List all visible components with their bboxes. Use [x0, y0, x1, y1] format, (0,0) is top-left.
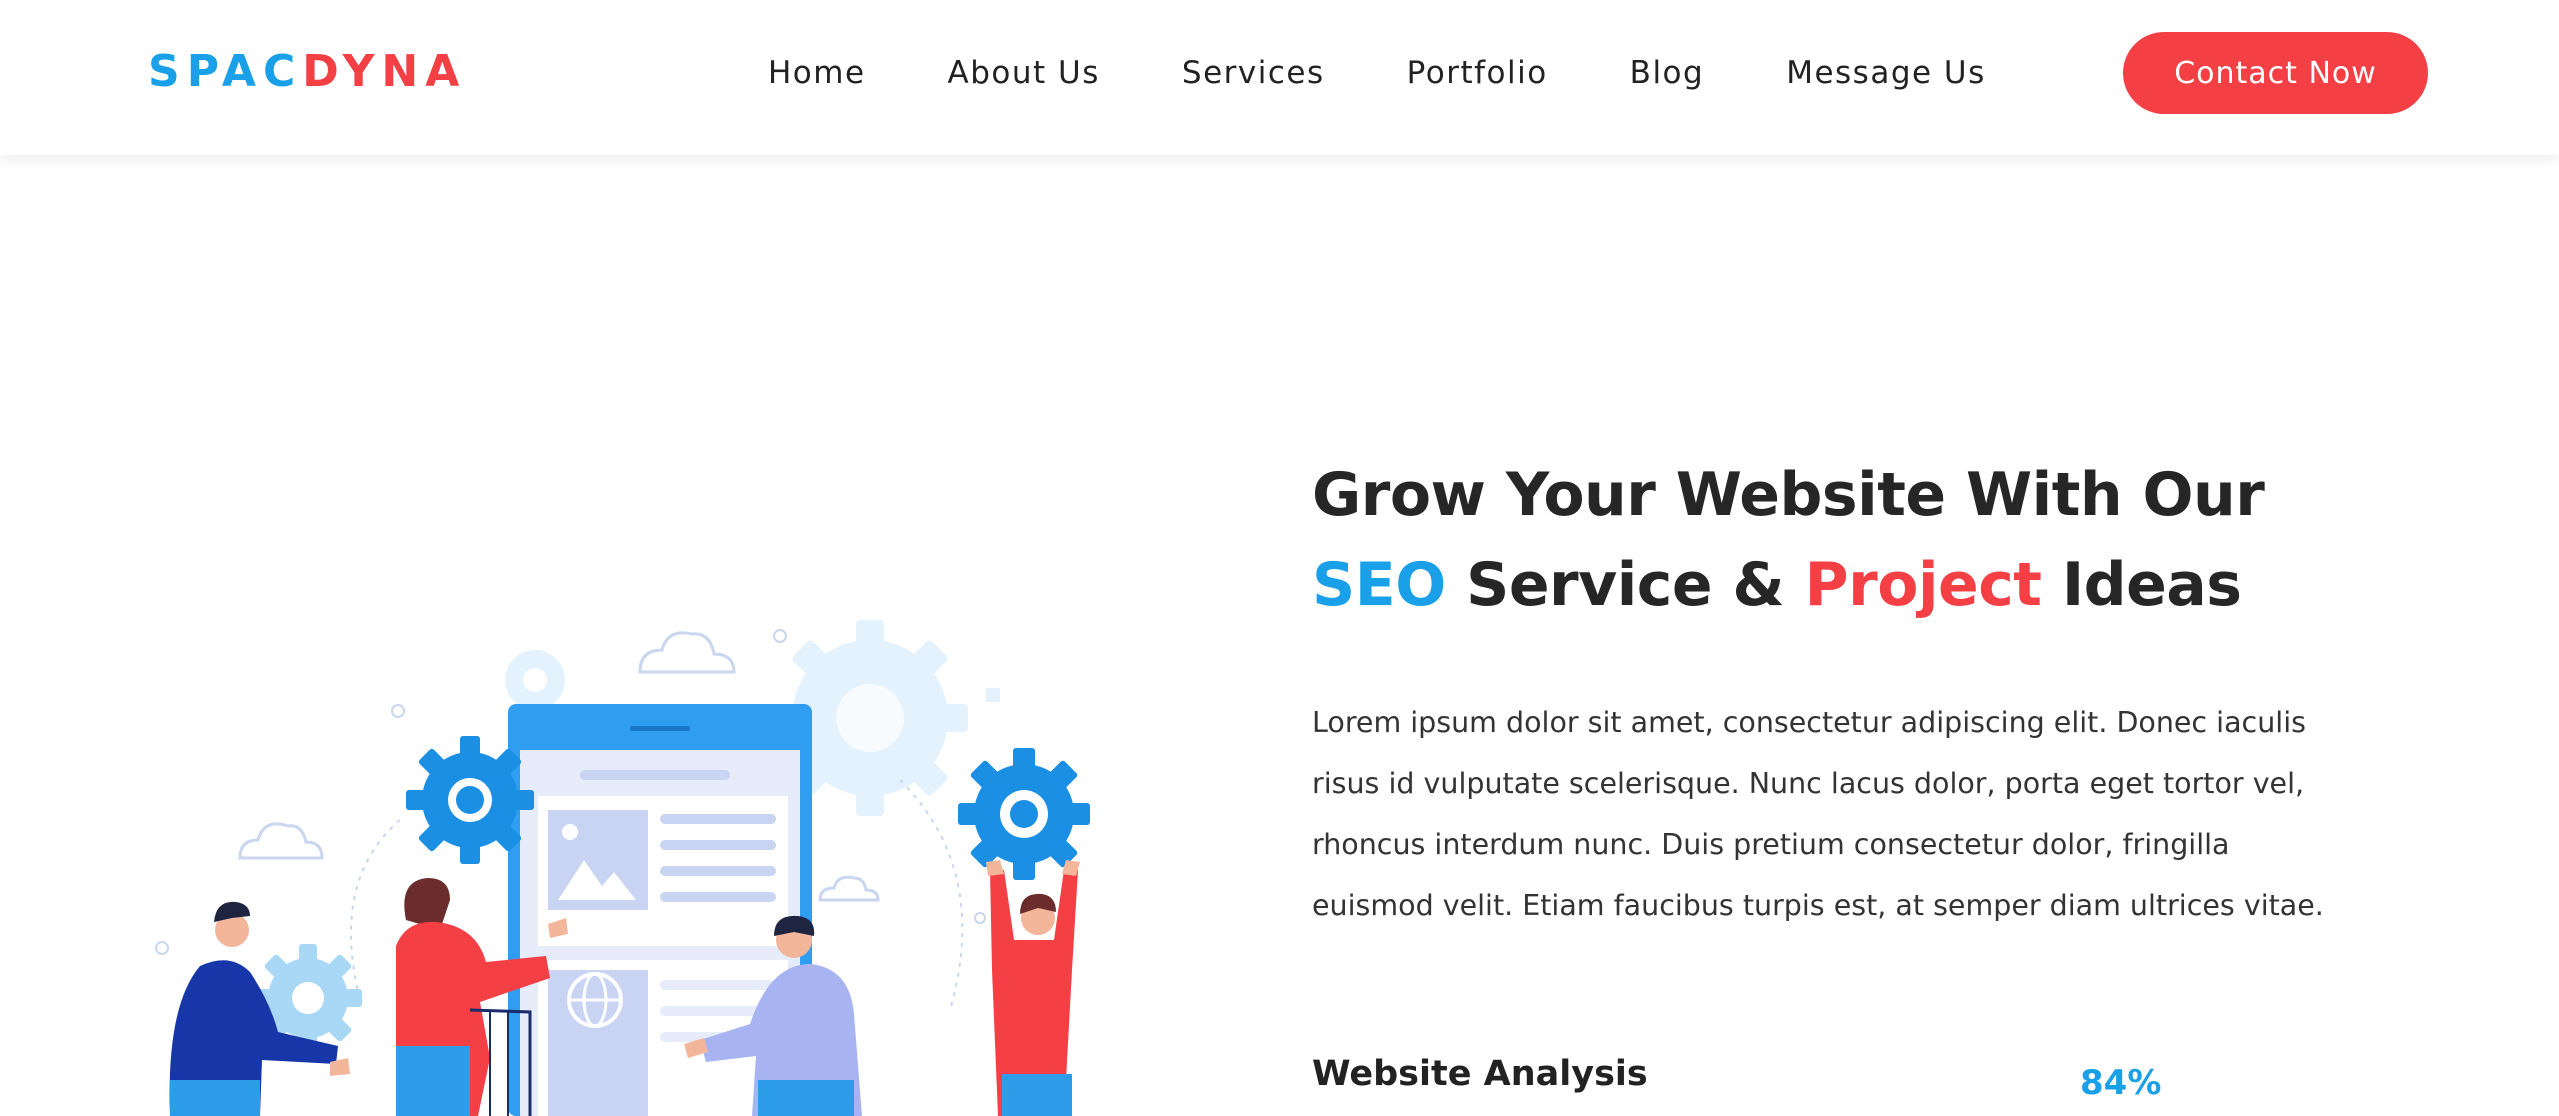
hero-heading: Grow Your Website With Our SEO Service &…: [1312, 450, 2462, 630]
nav-blog[interactable]: Blog: [1630, 55, 1705, 91]
hero-description-line: Lorem ipsum dolor sit amet, consectetur …: [1312, 706, 2306, 739]
hero-heading-line-2: SEO Service & Project Ideas: [1312, 540, 2462, 630]
nav-home[interactable]: Home: [768, 55, 866, 91]
heading-highlight-project: Project: [1804, 550, 2042, 620]
logo-part-1: SPAC: [148, 46, 303, 97]
nav-message-us[interactable]: Message Us: [1786, 55, 1986, 91]
main-nav: Home About Us Services Portfolio Blog Me…: [768, 0, 1986, 146]
hero-description: Lorem ipsum dolor sit amet, consectetur …: [1312, 692, 2402, 936]
bg-gear-small-icon: [505, 650, 565, 710]
hero-description-line: rhoncus interdum nunc. Duis pretium cons…: [1312, 828, 2230, 861]
nav-about-us[interactable]: About Us: [948, 55, 1100, 91]
skill-percentage: 84%: [2080, 1063, 2162, 1103]
heading-highlight-seo: SEO: [1312, 550, 1446, 620]
gear-left-icon: [406, 736, 534, 864]
skill-label: Website Analysis: [1312, 1054, 1648, 1094]
nav-portfolio[interactable]: Portfolio: [1407, 55, 1548, 91]
nav-services[interactable]: Services: [1182, 55, 1325, 91]
seo-team-illustration: [155, 620, 1090, 1116]
hero-description-line: euismod velit. Etiam faucibus turpis est…: [1312, 889, 2324, 922]
hero-description-line: risus id vulputate scelerisque. Nunc lac…: [1312, 767, 2305, 800]
heading-middle-text: Service &: [1445, 550, 1805, 620]
logo-part-2: DYNA: [302, 46, 467, 97]
site-header: SPACDYNA Home About Us Services Portfoli…: [0, 0, 2559, 155]
orbit-line: [350, 819, 401, 1001]
gear-right-icon: [958, 748, 1090, 880]
logo[interactable]: SPACDYNA: [148, 42, 466, 102]
orbit-line: [899, 779, 964, 1011]
heading-end-text: Ideas: [2041, 550, 2242, 620]
person-right: [986, 860, 1080, 1116]
contact-now-button[interactable]: Contact Now: [2123, 32, 2428, 114]
hero-heading-line-1: Grow Your Website With Our: [1312, 460, 2265, 530]
